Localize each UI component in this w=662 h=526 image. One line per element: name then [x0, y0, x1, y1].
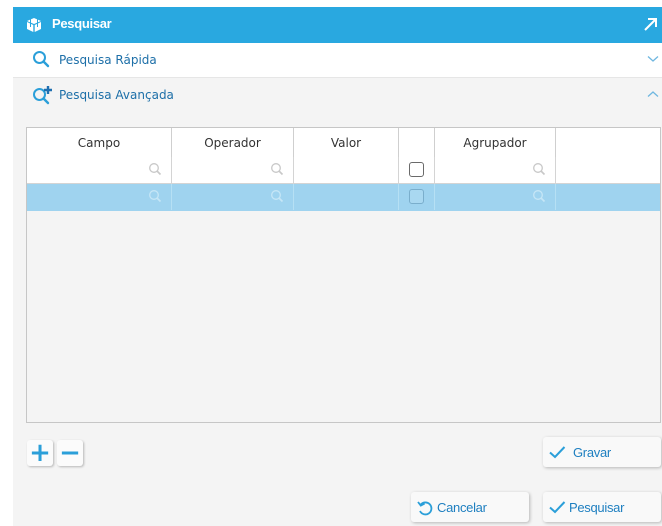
search-icon[interactable] [270, 162, 284, 176]
column-header-valor[interactable]: Valor [294, 128, 399, 157]
table-row[interactable] [27, 157, 660, 184]
cancel-button[interactable]: Cancelar [411, 492, 529, 522]
campo-cell[interactable] [27, 157, 172, 183]
remove-row-button[interactable]: − [57, 440, 83, 466]
campo-cell[interactable] [27, 184, 172, 210]
search-panel: Pesquisar Pesquisa Rápida Pesquisa Avanç… [13, 7, 662, 526]
cube-icon [27, 18, 41, 32]
valor-cell[interactable] [294, 184, 399, 210]
search-button[interactable]: Pesquisar [543, 492, 661, 522]
operador-cell[interactable] [172, 184, 294, 210]
chevron-up-icon[interactable] [647, 90, 659, 98]
search-icon[interactable] [532, 189, 546, 203]
criteria-grid: Campo Operador Valor Agrupador [26, 127, 661, 423]
section-advanced-search[interactable]: Pesquisa Avançada [13, 78, 662, 112]
extra-cell [556, 184, 661, 210]
panel-header: Pesquisar [13, 7, 662, 43]
section-advanced-label: Pesquisa Avançada [59, 88, 174, 102]
save-label: Gravar [573, 445, 611, 460]
valor-cell[interactable] [294, 157, 399, 183]
row-checkbox[interactable] [409, 189, 424, 204]
cancel-label: Cancelar [437, 500, 487, 515]
expand-arrow-icon[interactable] [642, 16, 658, 32]
search-plus-icon [33, 86, 52, 105]
column-header-check [399, 128, 435, 157]
agrupador-cell[interactable] [435, 157, 556, 183]
check-icon [549, 501, 566, 514]
undo-icon [417, 501, 433, 516]
search-label: Pesquisar [569, 500, 625, 515]
add-row-button[interactable]: + [27, 440, 53, 466]
section-quick-label: Pesquisa Rápida [59, 53, 157, 67]
search-icon[interactable] [148, 162, 162, 176]
section-quick-search[interactable]: Pesquisa Rápida [13, 43, 662, 78]
search-icon[interactable] [148, 189, 162, 203]
table-row-selected[interactable] [27, 184, 660, 211]
column-header-operador[interactable]: Operador [172, 128, 294, 157]
chevron-down-icon[interactable] [647, 55, 659, 63]
column-header-campo[interactable]: Campo [27, 128, 172, 157]
operador-cell[interactable] [172, 157, 294, 183]
panel-title: Pesquisar [52, 16, 112, 31]
check-icon [549, 446, 566, 459]
column-header-agrupador[interactable]: Agrupador [435, 128, 556, 157]
search-icon [33, 51, 50, 68]
search-icon[interactable] [270, 189, 284, 203]
save-button[interactable]: Gravar [543, 437, 661, 467]
agrupador-cell[interactable] [435, 184, 556, 210]
check-cell[interactable] [399, 157, 435, 183]
column-header-extra [556, 128, 661, 157]
search-icon[interactable] [532, 162, 546, 176]
grid-header: Campo Operador Valor Agrupador [27, 128, 660, 158]
row-checkbox[interactable] [409, 162, 424, 177]
check-cell[interactable] [399, 184, 435, 210]
extra-cell [556, 157, 661, 183]
